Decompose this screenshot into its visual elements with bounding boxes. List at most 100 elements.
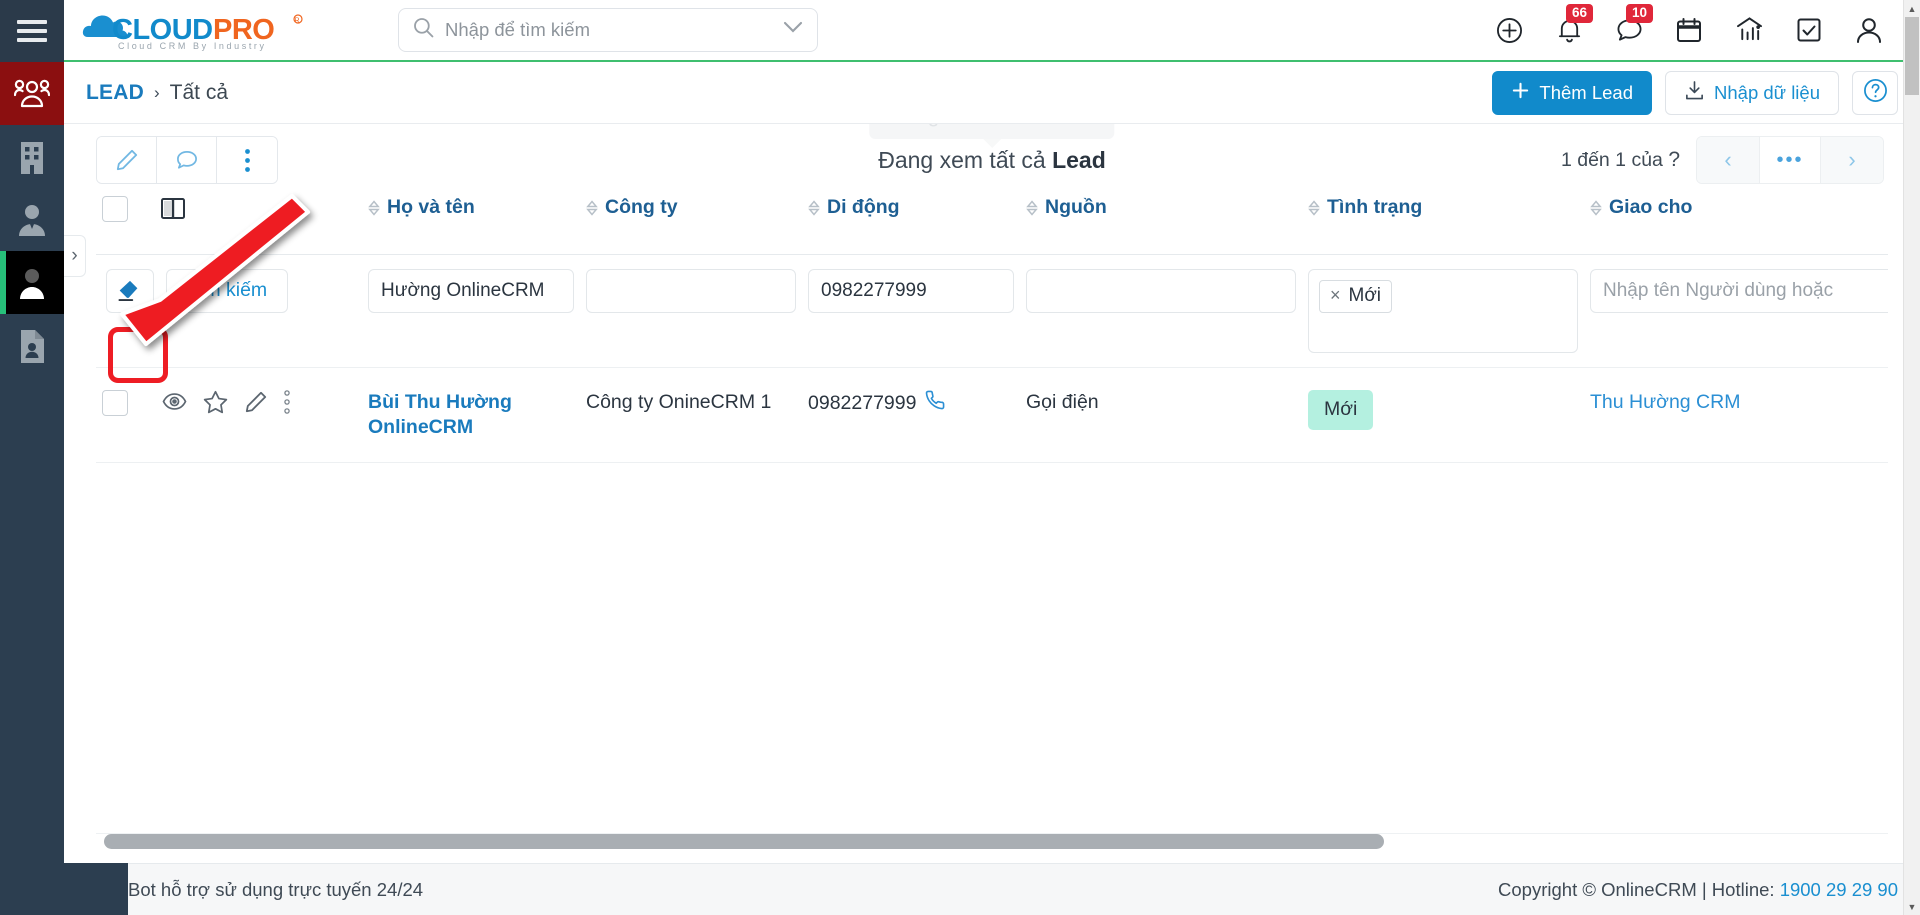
status-filter-tag[interactable]: × Mới (1319, 279, 1393, 313)
bell-badge-count: 66 (1566, 4, 1594, 23)
menu-toggle-button[interactable] (0, 0, 64, 62)
row-checkbox[interactable] (102, 389, 128, 416)
sort-icon[interactable] (808, 199, 820, 216)
sidebar-item-lead[interactable] (0, 251, 64, 314)
search-button[interactable]: Tìm kiếm (166, 268, 289, 313)
sidebar-footer-fill (64, 863, 128, 915)
horizontal-scrollbar-thumb[interactable] (104, 834, 1384, 849)
pagination-range: 1 đến 1 của ? (1561, 148, 1680, 172)
sort-icon[interactable] (586, 199, 598, 216)
svg-text:R: R (295, 18, 300, 25)
cell-assigned: Thu Hường CRM (1584, 367, 1888, 464)
sort-icon[interactable] (1590, 199, 1602, 216)
sort-icon[interactable] (368, 199, 380, 216)
more-vertical-icon[interactable] (217, 137, 277, 183)
chat-icon[interactable]: 10 (1614, 4, 1654, 45)
sidebar-item-document[interactable] (0, 314, 64, 377)
breadcrumb-separator: › (153, 82, 160, 102)
bell-icon[interactable]: 66 (1554, 4, 1594, 45)
column-label: Di động (827, 196, 900, 218)
global-search-box[interactable]: Nhập để tìm kiếm (398, 8, 818, 52)
filter-mobile-input[interactable]: 0982277999 (808, 268, 1014, 313)
row-more-icon[interactable] (284, 389, 290, 414)
person-icon (16, 266, 48, 300)
analytics-icon[interactable] (1734, 15, 1764, 45)
eraser-clear-icon[interactable] (106, 268, 154, 313)
building-icon (17, 140, 47, 174)
task-check-icon[interactable] (1794, 15, 1824, 45)
sidebar-item-leads-group[interactable] (0, 62, 64, 125)
edit-pencil-icon[interactable] (244, 390, 268, 414)
calendar-icon[interactable] (1674, 15, 1704, 45)
lead-table: Họ và tên Công ty Di động Nguồn Tình trạ… (96, 196, 1888, 464)
support-bot[interactable]: Bot hỗ trợ sử dụng trực tuyến 24/24 (86, 874, 423, 905)
pagination-buttons: ‹ ••• › (1696, 136, 1884, 184)
column-header-name[interactable]: Họ và tên (362, 196, 580, 255)
remove-tag-icon[interactable]: × (1330, 285, 1341, 306)
edit-pencil-icon[interactable] (97, 137, 157, 183)
filter-status-multiselect[interactable]: × Mới (1308, 268, 1578, 353)
user-account-icon[interactable] (1854, 15, 1884, 45)
import-download-icon (1684, 80, 1705, 106)
hotline-link[interactable]: 1900 29 29 90 (1780, 879, 1898, 900)
action-buttons: Thêm Lead Nhập dữ liệu (1492, 70, 1898, 115)
filter-name-input[interactable]: Hường OnlineCRM (368, 268, 574, 313)
chat-badge-count: 10 (1626, 4, 1654, 23)
help-button[interactable] (1852, 70, 1898, 115)
assigned-user-link[interactable]: Thu Hường CRM (1590, 391, 1740, 413)
filter-cell-source (1020, 254, 1302, 368)
mobile-value: 0982277999 (808, 391, 917, 414)
help-circle-icon (1863, 78, 1888, 108)
table-header: Họ và tên Công ty Di động Nguồn Tình trạ… (96, 196, 1888, 255)
chevron-right-icon: › (71, 245, 78, 266)
filter-assigned-input[interactable]: Nhập tên Người dùng hoặc (1590, 268, 1888, 313)
column-header-mobile[interactable]: Di động (802, 196, 1020, 255)
sort-icon[interactable] (1308, 199, 1320, 216)
global-search-input[interactable]: Nhập để tìm kiếm (445, 19, 772, 41)
cloudpro-logo[interactable]: CLOUD PRO R Cloud CRM By Industry (82, 7, 308, 53)
add-lead-button[interactable]: Thêm Lead (1492, 70, 1653, 115)
filter-actions-cell: Tìm kiếm (96, 254, 362, 368)
column-header-company[interactable]: Công ty (580, 196, 802, 255)
phone-call-icon[interactable] (925, 390, 945, 417)
scroll-up-arrow-icon[interactable]: ▲ (1904, 0, 1920, 17)
pagination-next-button[interactable]: › (1821, 137, 1883, 183)
comment-icon[interactable] (157, 137, 217, 183)
sort-icon[interactable] (1026, 199, 1038, 216)
column-header-status[interactable]: Tình trạng (1302, 196, 1584, 255)
document-person-icon (18, 329, 46, 363)
breadcrumb-module[interactable]: LEAD (86, 81, 144, 105)
cell-company: Công ty OnineCRM 1 (580, 367, 802, 464)
scroll-down-arrow-icon[interactable]: ▼ (1904, 898, 1920, 915)
horizontal-scrollbar[interactable] (96, 833, 1888, 849)
app-root: CLOUD PRO R Cloud CRM By Industry Nhập đ… (0, 0, 1920, 915)
pagination-prev-button[interactable]: ‹ (1697, 137, 1759, 183)
import-data-button[interactable]: Nhập dữ liệu (1665, 70, 1839, 115)
column-layout-icon[interactable] (160, 198, 186, 226)
sidebar-item-contact[interactable] (0, 188, 64, 251)
chevron-down-icon[interactable] (783, 21, 803, 39)
cell-source: Gọi điện (1020, 367, 1302, 464)
lead-name-link[interactable]: Bùi Thu Hường OnlineCRM (368, 391, 512, 438)
column-header-assigned[interactable]: Giao cho (1584, 196, 1888, 255)
view-eye-icon[interactable] (162, 391, 187, 412)
column-header-source[interactable]: Nguồn (1020, 196, 1302, 255)
action-bar: LEAD › Tất cả Thêm Lead Nhập dữ liệu (64, 62, 1920, 124)
table-row[interactable]: Bùi Thu Hường OnlineCRM Công ty OnineCRM… (96, 367, 1888, 464)
pagination-more-button[interactable]: ••• (1759, 137, 1821, 183)
filter-source-input[interactable] (1026, 268, 1296, 313)
hamburger-icon[interactable] (17, 20, 47, 42)
top-header: CLOUD PRO R Cloud CRM By Industry Nhập đ… (64, 0, 1920, 62)
window-scrollbar[interactable]: ▲ ▼ (1903, 0, 1920, 915)
favorite-star-icon[interactable] (203, 390, 228, 414)
column-label: Tình trạng (1327, 196, 1423, 218)
sidebar-item-company[interactable] (0, 125, 64, 188)
select-all-checkbox[interactable] (102, 196, 128, 222)
filter-company-input[interactable] (586, 268, 796, 313)
breadcrumb-current: Tất cả (169, 80, 228, 104)
column-label: Nguồn (1045, 196, 1107, 218)
table-body: Tìm kiếm Hường OnlineCRM 0982277999 × Mớ… (96, 254, 1888, 464)
add-circle-icon[interactable] (1494, 15, 1524, 45)
sidebar-expand-handle[interactable]: › (64, 235, 86, 277)
window-scrollbar-thumb[interactable] (1905, 17, 1919, 95)
